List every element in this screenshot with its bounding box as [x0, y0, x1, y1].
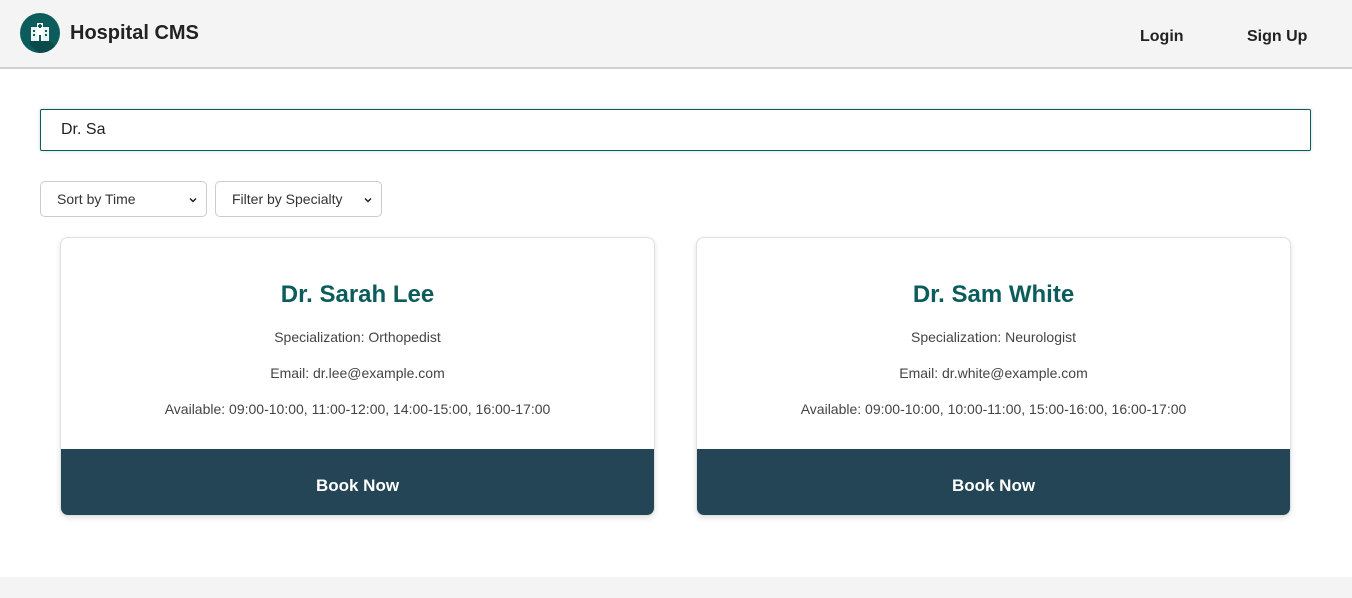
doctor-email: Email: dr.white@example.com: [899, 365, 1088, 381]
book-now-button[interactable]: Book Now: [697, 449, 1290, 515]
doctor-availability: Available: 09:00-10:00, 10:00-11:00, 15:…: [800, 401, 1187, 417]
doctor-availability: Available: 09:00-10:00, 11:00-12:00, 14:…: [164, 401, 551, 417]
chevron-down-icon: [189, 197, 197, 203]
doctor-card: Dr. Sarah Lee Specialization: Orthopedis…: [60, 237, 655, 516]
doctor-search-input[interactable]: [40, 109, 1311, 151]
site-header: Hospital CMS Login Sign Up: [0, 0, 1352, 69]
doctor-name: Dr. Sam White: [912, 281, 1075, 308]
page-footer: [0, 577, 1352, 598]
doctor-name: Dr. Sarah Lee: [280, 281, 435, 308]
book-now-button[interactable]: Book Now: [61, 449, 654, 515]
doctor-email: Email: dr.lee@example.com: [270, 365, 445, 381]
doctor-specialization: Specialization: Orthopedist: [274, 329, 441, 345]
brand-title: Hospital CMS: [70, 22, 199, 44]
login-link[interactable]: Login: [1140, 28, 1184, 46]
doctor-specialization: Specialization: Neurologist: [911, 329, 1076, 345]
specialty-filter-select[interactable]: Filter by Specialty: [215, 181, 382, 217]
signup-link[interactable]: Sign Up: [1247, 28, 1307, 46]
chevron-down-icon: [364, 197, 372, 203]
sort-select[interactable]: Sort by Time: [40, 181, 207, 217]
specialty-select-value: Filter by Specialty: [232, 191, 343, 207]
doctor-card: Dr. Sam White Specialization: Neurologis…: [696, 237, 1291, 516]
sort-select-value: Sort by Time: [57, 191, 136, 207]
hospital-icon[interactable]: [20, 13, 60, 53]
